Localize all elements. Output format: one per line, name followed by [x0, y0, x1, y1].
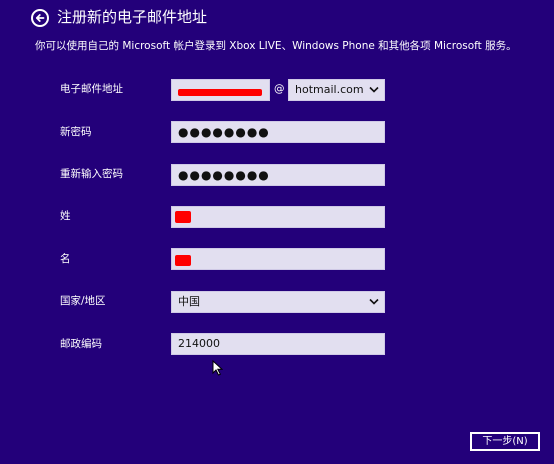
back-button[interactable]: [31, 9, 49, 27]
country-value: 中国: [178, 295, 200, 308]
new-password-input[interactable]: ●●●●●●●●: [171, 121, 385, 143]
new-password-label: 新密码: [60, 126, 92, 138]
email-domain-value: hotmail.com: [295, 83, 364, 96]
last-name-input[interactable]: [171, 206, 385, 228]
country-label: 国家/地区: [60, 295, 106, 307]
redacted-first-name-mark: [175, 255, 191, 266]
at-sign: @: [274, 83, 285, 95]
postal-code-input[interactable]: 214000: [171, 333, 385, 355]
confirm-password-label: 重新输入密码: [60, 168, 123, 180]
redacted-last-name-mark: [175, 211, 191, 223]
signup-page: 注册新的电子邮件地址 你可以使用自己的 Microsoft 帐户登录到 Xbox…: [0, 0, 554, 464]
chevron-down-icon: [369, 298, 379, 305]
last-name-label: 姓: [60, 210, 71, 222]
first-name-input[interactable]: [171, 248, 385, 270]
confirm-password-input[interactable]: ●●●●●●●●: [171, 164, 385, 186]
email-domain-select[interactable]: hotmail.com: [288, 79, 385, 101]
email-local-input[interactable]: [171, 79, 270, 101]
page-title: 注册新的电子邮件地址: [57, 8, 208, 26]
back-arrow-icon: [35, 14, 45, 22]
country-select[interactable]: 中国: [171, 291, 385, 313]
mouse-pointer-icon: [212, 360, 223, 376]
redacted-email-mark: [178, 89, 262, 96]
next-button[interactable]: 下一步(N): [470, 432, 540, 451]
first-name-label: 名: [60, 253, 71, 265]
page-subtitle: 你可以使用自己的 Microsoft 帐户登录到 Xbox LIVE、Windo…: [35, 40, 517, 52]
chevron-down-icon: [369, 86, 379, 93]
email-label: 电子邮件地址: [60, 83, 123, 95]
postal-code-label: 邮政编码: [60, 338, 102, 350]
